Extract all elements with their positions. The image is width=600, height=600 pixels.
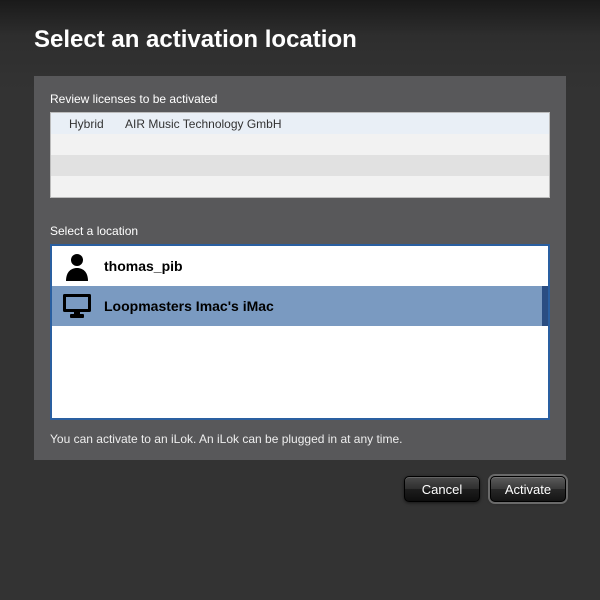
activate-button[interactable]: Activate [490,476,566,502]
location-item-user[interactable]: thomas_pib [52,246,548,286]
button-row: Cancel Activate [0,460,600,502]
table-row [51,155,549,176]
location-hint: You can activate to an iLok. An iLok can… [50,432,550,446]
table-row [51,134,549,155]
location-list[interactable]: thomas_pib Loopmasters Imac's iMac [50,244,550,420]
location-item-computer[interactable]: Loopmasters Imac's iMac [52,286,548,326]
table-row: Hybrid AIR Music Technology GmbH [51,113,549,134]
locations-section-label: Select a location [50,224,550,238]
licenses-section-label: Review licenses to be activated [50,92,550,106]
user-icon [60,251,94,281]
location-item-label: Loopmasters Imac's iMac [104,298,542,314]
license-table: Hybrid AIR Music Technology GmbH [50,112,550,198]
main-panel: Review licenses to be activated Hybrid A… [34,76,566,460]
computer-icon [60,291,94,321]
cancel-button[interactable]: Cancel [404,476,480,502]
license-product-cell: Hybrid [51,117,121,131]
location-item-label: thomas_pib [104,258,532,274]
license-vendor-cell: AIR Music Technology GmbH [121,117,549,131]
table-row [51,176,549,197]
dialog-title: Select an activation location [0,0,600,72]
